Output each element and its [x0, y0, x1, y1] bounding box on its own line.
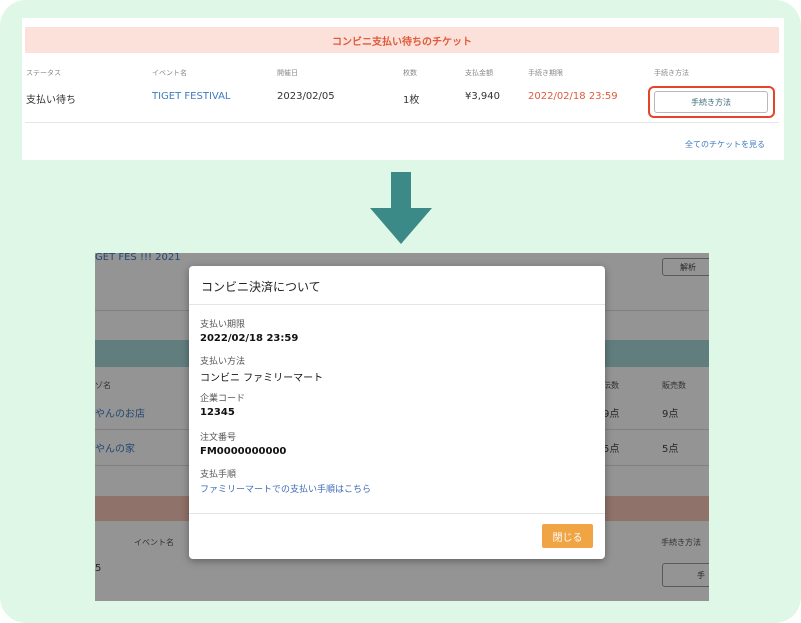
- modal-title: コンビニ決済について: [201, 280, 321, 294]
- col-amount: 支払金額: [465, 69, 493, 77]
- pending-tickets-panel: コンビニ支払い待ちのチケット ステータス イベント名 開催日 枚数 支払金額 手…: [22, 18, 784, 160]
- company-code-value: 12345: [200, 407, 235, 418]
- dialog-screenshot: GET FES !!! 2021 解析 ゾ名 伝数 販売数 やんのお店 9点 9…: [95, 253, 709, 601]
- row-divider: [25, 122, 779, 123]
- order-number-value: FM0000000000: [200, 446, 287, 457]
- payment-steps-label: 支払手順: [200, 470, 237, 480]
- konbini-payment-modal: コンビニ決済について 支払い期限 2022/02/18 23:59 支払い方法 …: [189, 266, 605, 559]
- cell-date: 2023/02/05: [277, 91, 335, 102]
- arrow-down-icon: [370, 172, 432, 244]
- col-count: 枚数: [403, 69, 417, 77]
- col-event: イベント名: [152, 69, 187, 77]
- all-tickets-link[interactable]: 全てのチケットを見る: [685, 139, 765, 150]
- cell-status: 支払い待ち: [26, 95, 76, 106]
- close-button[interactable]: 閉じる: [542, 524, 593, 548]
- deadline-value: 2022/02/18 23:59: [200, 333, 299, 344]
- deadline-label: 支払い期限: [200, 320, 246, 330]
- modal-header-divider: [189, 304, 605, 305]
- col-date: 開催日: [277, 69, 298, 77]
- col-procedure: 手続き方法: [654, 69, 689, 77]
- cell-amount: ¥3,940: [465, 91, 500, 102]
- tutorial-frame: コンビニ支払い待ちのチケット ステータス イベント名 開催日 枚数 支払金額 手…: [0, 0, 801, 623]
- cell-event-link[interactable]: TIGET FESTIVAL: [152, 91, 231, 102]
- procedure-button[interactable]: 手続き方法: [654, 91, 768, 113]
- payment-method-label: 支払い方法: [200, 357, 246, 367]
- col-status: ステータス: [26, 69, 61, 77]
- order-number-label: 注文番号: [200, 433, 237, 443]
- payment-steps-link[interactable]: ファミリーマートでの支払い手順はこちら: [200, 482, 371, 495]
- pending-tickets-banner: コンビニ支払い待ちのチケット: [25, 27, 779, 53]
- cell-deadline: 2022/02/18 23:59: [528, 91, 618, 102]
- company-code-label: 企業コード: [200, 394, 246, 404]
- col-deadline: 手続き期限: [528, 69, 563, 77]
- cell-count: 1枚: [403, 95, 420, 106]
- payment-method-value: コンビニ ファミリーマート: [200, 373, 324, 384]
- modal-footer-divider: [189, 513, 605, 514]
